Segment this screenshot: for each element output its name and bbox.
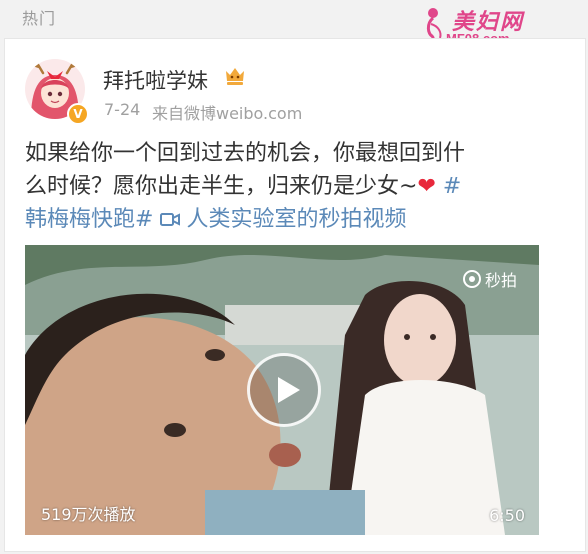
video-duration: 6:50 [489, 506, 525, 525]
post-text-line2: 么时候？愿你出走半生，归来仍是少女~ [25, 174, 418, 199]
miaopai-brand: 秒拍 [462, 267, 517, 291]
username[interactable]: 拜托啦学妹 [103, 65, 208, 95]
verified-v-icon: V [67, 103, 89, 125]
post-time: 7-24 [104, 100, 141, 119]
video-player[interactable]: 秒拍 519万次播放 6:50 [25, 245, 539, 535]
miaopai-camera-icon [462, 270, 481, 288]
heart-icon: ❤ [417, 174, 436, 199]
weibo-post-card: V 拜托啦学妹 7-24 来自微博weibo.com 如果给你一个回到过去的机会… [4, 38, 586, 552]
play-button[interactable] [247, 353, 321, 427]
hashtag-hanmeimei[interactable]: 韩梅梅快跑# [25, 207, 153, 232]
post-text: 如果给你一个回到过去的机会，你最想回到什 么时候？愿你出走半生，归来仍是少女~❤… [25, 137, 545, 236]
video-link-label: 人类实验室的秒拍视频 [186, 207, 407, 232]
section-title: 热门 [22, 9, 57, 28]
top-bar: 热门 美妇网 MF08.com [0, 0, 588, 52]
post-source: 来自微博weibo.com [152, 104, 303, 123]
video-link[interactable]: 人类实验室的秒拍视频 [160, 207, 406, 232]
play-count: 519万次播放 [41, 505, 136, 524]
video-camera-icon [160, 213, 181, 226]
miaopai-label: 秒拍 [484, 271, 517, 290]
hashtag-start[interactable]: # [443, 174, 461, 199]
crown-face-icon [226, 68, 244, 85]
play-icon [278, 377, 300, 403]
post-text-line1: 如果给你一个回到过去的机会，你最想回到什 [25, 141, 466, 166]
